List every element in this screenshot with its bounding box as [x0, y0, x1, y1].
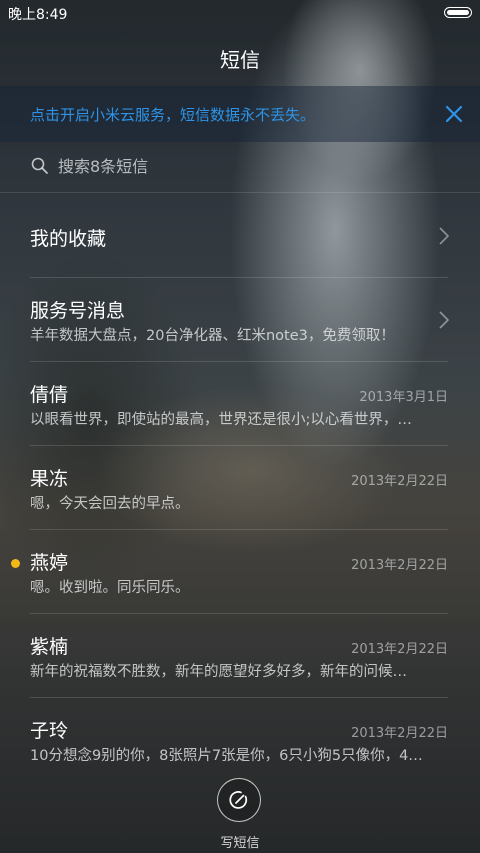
conversation-date: 2013年3月1日	[359, 390, 448, 405]
conversation-date: 2013年2月22日	[351, 642, 448, 657]
search-bar[interactable]	[30, 152, 450, 182]
battery-icon	[444, 7, 472, 18]
conversation-name: 子玲	[30, 720, 69, 742]
compose-icon	[229, 791, 248, 809]
list-item[interactable]: 燕婷 2013年2月22日 嗯。收到啦。同乐同乐。	[0, 530, 480, 614]
conversation-preview: 新年的祝福数不胜数，新年的愿望好多好多，新年的问候…	[30, 664, 407, 680]
banner-text[interactable]: 点击开启小米云服务，短信数据永不丢失。	[30, 104, 315, 125]
page-title: 短信	[220, 48, 260, 72]
conversation-name: 倩倩	[30, 384, 69, 406]
chevron-right-icon	[439, 227, 450, 245]
compose-label[interactable]: 写短信	[0, 832, 480, 851]
favorites-item[interactable]: 我的收藏	[0, 194, 480, 278]
conversation-name: 燕婷	[30, 552, 69, 574]
conversation-preview: 以眼看世界，即使站的最高，世界还是很小;以心看世界，…	[30, 412, 412, 428]
cloud-service-banner[interactable]: 点击开启小米云服务，短信数据永不丢失。	[0, 86, 480, 142]
conversation-date: 2013年2月22日	[351, 474, 448, 489]
conversation-preview: 羊年数据大盘点，20台净化器、红米note3，免费领取！	[30, 328, 395, 344]
conversation-preview: 嗯。收到啦。同乐同乐。	[30, 580, 190, 596]
list-item[interactable]: 果冻 2013年2月22日 嗯，今天会回去的早点。	[0, 446, 480, 530]
divider	[0, 192, 480, 193]
search-input[interactable]	[58, 152, 438, 180]
status-bar: 晚上8:49	[0, 0, 480, 26]
conversation-date: 2013年2月22日	[351, 558, 448, 573]
status-time: 晚上8:49	[8, 7, 68, 23]
close-icon[interactable]	[442, 102, 466, 126]
compose-button[interactable]	[217, 778, 261, 822]
conversation-preview: 10分想念9别的你，8张照片7张是你，6只小狗5只像你，4…	[30, 748, 423, 764]
search-icon	[31, 157, 48, 174]
folder-label: 我的收藏	[30, 228, 107, 250]
conversation-name: 服务号消息	[30, 300, 126, 322]
list-item[interactable]: 倩倩 2013年3月1日 以眼看世界，即使站的最高，世界还是很小;以心看世界，…	[0, 362, 480, 446]
list-item[interactable]: 紫楠 2013年2月22日 新年的祝福数不胜数，新年的愿望好多好多，新年的问候…	[0, 614, 480, 698]
unread-indicator	[11, 559, 20, 568]
conversation-preview: 嗯，今天会回去的早点。	[30, 496, 190, 512]
conversation-name: 紫楠	[30, 636, 69, 658]
conversation-date: 2013年2月22日	[351, 726, 448, 741]
list-item-service-messages[interactable]: 服务号消息 羊年数据大盘点，20台净化器、红米note3，免费领取！	[0, 278, 480, 362]
conversation-name: 果冻	[30, 468, 69, 490]
chevron-right-icon	[439, 311, 450, 329]
list-item[interactable]: 子玲 2013年2月22日 10分想念9别的你，8张照片7张是你，6只小狗5只像…	[0, 698, 480, 782]
